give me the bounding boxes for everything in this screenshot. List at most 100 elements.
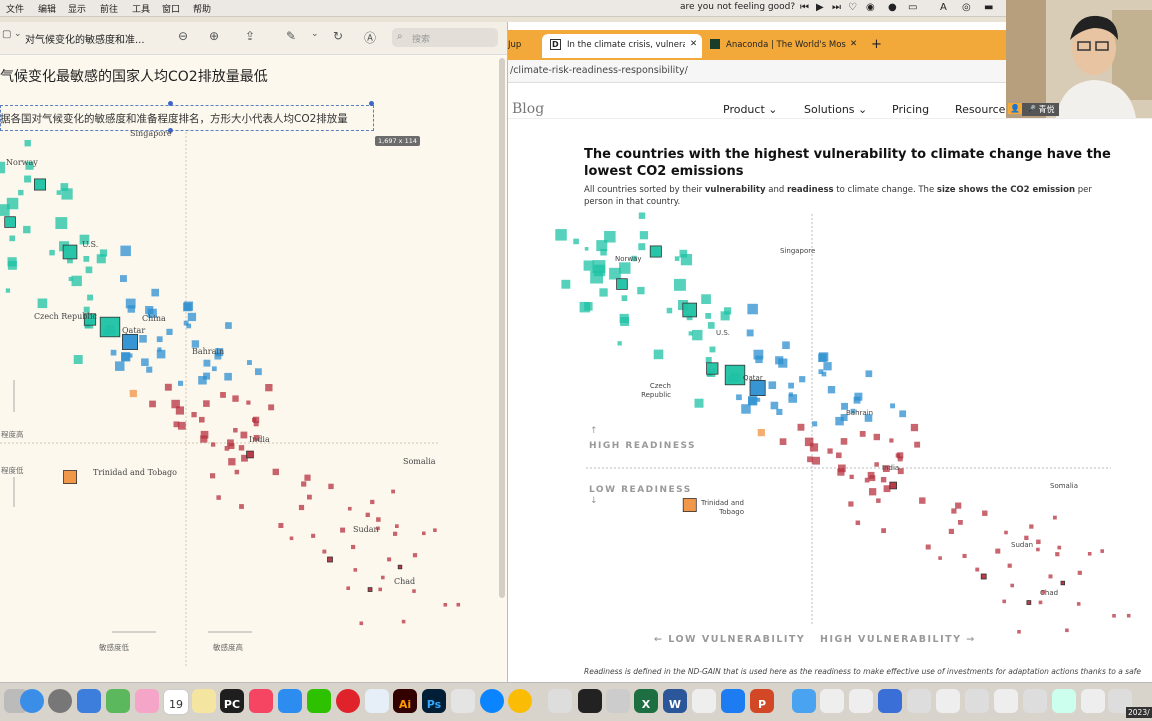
country-square[interactable]	[741, 404, 751, 414]
country-square[interactable]	[0, 204, 10, 216]
country-square[interactable]	[707, 322, 715, 329]
country-square[interactable]	[914, 441, 921, 448]
country-square[interactable]	[37, 298, 48, 309]
country-square[interactable]	[200, 430, 209, 439]
country-square[interactable]	[391, 489, 395, 494]
safari-icon[interactable]	[20, 689, 44, 713]
country-square[interactable]	[638, 212, 646, 219]
country-square[interactable]	[139, 335, 147, 343]
menu-help[interactable]: 帮助	[193, 2, 211, 15]
country-square[interactable]	[859, 431, 866, 437]
country-square[interactable]	[951, 508, 957, 514]
country-square[interactable]	[962, 553, 967, 558]
country-square[interactable]	[776, 408, 783, 415]
country-square[interactable]	[757, 429, 765, 437]
country-square[interactable]	[422, 531, 426, 536]
country-square[interactable]	[890, 403, 895, 409]
country-square[interactable]	[864, 477, 870, 483]
netease-icon[interactable]: ◉	[866, 2, 875, 13]
country-square[interactable]	[49, 249, 55, 256]
country-square[interactable]	[265, 384, 273, 392]
country-square[interactable]	[164, 383, 172, 391]
country-square[interactable]	[376, 517, 381, 522]
country-square[interactable]	[854, 392, 863, 401]
country-square[interactable]	[768, 381, 777, 389]
prev-track-icon[interactable]: ⏮	[800, 2, 809, 13]
country-square[interactable]	[210, 473, 216, 479]
notes-icon[interactable]	[192, 689, 216, 713]
country-square[interactable]	[239, 504, 244, 509]
country-square-trinidad-and-tobago[interactable]	[682, 498, 697, 513]
country-square[interactable]	[604, 231, 616, 243]
excel-icon[interactable]: X	[634, 689, 658, 713]
menu-go[interactable]: 前往	[100, 2, 118, 15]
country-square[interactable]	[73, 355, 83, 364]
country-square[interactable]	[120, 245, 131, 257]
pycharm-icon[interactable]: PC	[220, 689, 244, 713]
netease-music-icon[interactable]	[336, 689, 360, 713]
country-square[interactable]	[701, 294, 711, 304]
calendar-icon[interactable]: 19	[163, 689, 189, 715]
country-square-singapore[interactable]	[34, 178, 47, 191]
country-square[interactable]	[753, 349, 764, 360]
country-square[interactable]	[1112, 614, 1116, 618]
country-square[interactable]	[653, 349, 664, 360]
country-square[interactable]	[365, 512, 370, 517]
country-square[interactable]	[889, 438, 894, 443]
powerpoint-icon[interactable]: P	[750, 689, 774, 713]
country-square[interactable]	[827, 448, 833, 454]
country-square[interactable]	[311, 533, 316, 538]
country-square[interactable]	[346, 586, 350, 590]
menu-view[interactable]: 显示	[68, 2, 86, 15]
country-square[interactable]	[747, 303, 758, 315]
country-square[interactable]	[883, 485, 891, 493]
country-square[interactable]	[848, 501, 854, 507]
country-square[interactable]	[175, 406, 184, 415]
country-square[interactable]	[617, 341, 622, 346]
country-square[interactable]	[203, 372, 211, 380]
country-square[interactable]	[709, 346, 716, 353]
country-square[interactable]	[1077, 570, 1082, 575]
country-square[interactable]	[412, 553, 418, 558]
country-square[interactable]	[561, 279, 571, 289]
country-square[interactable]	[121, 352, 130, 361]
country-square[interactable]	[129, 389, 137, 398]
country-square[interactable]	[692, 329, 703, 341]
system-settings-icon[interactable]	[48, 689, 72, 713]
country-square-bahrain[interactable]	[122, 333, 139, 350]
country-square[interactable]	[183, 302, 192, 312]
country-square[interactable]	[203, 400, 210, 407]
network-icon[interactable]	[365, 689, 389, 713]
country-square[interactable]	[146, 366, 153, 373]
country-square[interactable]	[71, 275, 82, 287]
window-thumb-icon[interactable]	[994, 689, 1018, 713]
country-square[interactable]	[948, 528, 954, 534]
country-square[interactable]	[1087, 552, 1092, 556]
country-square[interactable]	[9, 235, 16, 242]
app-store-icon[interactable]	[278, 689, 302, 713]
country-square[interactable]	[211, 442, 216, 447]
country-square[interactable]	[705, 357, 712, 363]
country-square[interactable]	[253, 421, 259, 427]
country-square[interactable]	[975, 567, 980, 572]
country-square[interactable]	[203, 359, 211, 367]
country-square[interactable]	[289, 536, 294, 541]
country-square[interactable]	[1076, 602, 1081, 606]
country-square[interactable]	[1002, 599, 1006, 604]
input-method-icon[interactable]: A	[940, 2, 947, 13]
country-square[interactable]	[328, 483, 334, 490]
country-square[interactable]	[348, 506, 352, 511]
country-square[interactable]	[874, 462, 879, 467]
country-square[interactable]	[1024, 535, 1029, 540]
country-square[interactable]	[191, 412, 197, 418]
country-square[interactable]	[779, 438, 787, 445]
window-thumb-icon[interactable]	[878, 689, 902, 713]
country-square[interactable]	[1053, 515, 1057, 520]
control-icon[interactable]: ◎	[962, 2, 971, 13]
country-square[interactable]	[840, 438, 848, 445]
country-square[interactable]	[393, 531, 398, 536]
country-square[interactable]	[770, 401, 779, 410]
country-square[interactable]	[639, 231, 648, 240]
country-square[interactable]	[151, 288, 159, 297]
country-square[interactable]	[666, 307, 673, 314]
